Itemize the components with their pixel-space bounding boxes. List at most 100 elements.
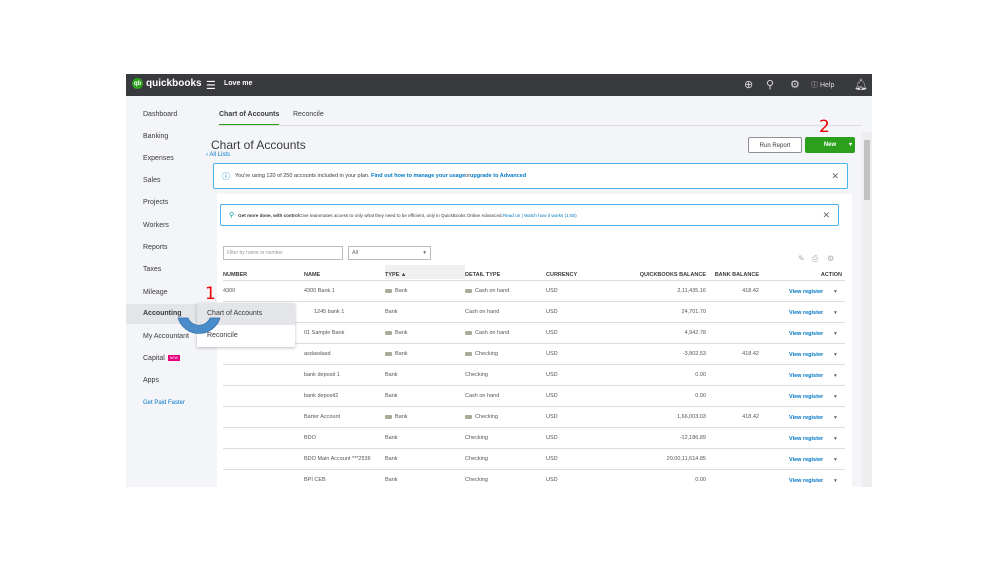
run-report-button[interactable]: Run Report bbox=[748, 137, 802, 153]
tab-chart-of-accounts[interactable]: Chart of Accounts bbox=[219, 111, 280, 126]
help-button[interactable]: ⓘ Help bbox=[811, 80, 834, 90]
action-dropdown-icon[interactable]: ▾ bbox=[834, 394, 837, 400]
get-paid-faster-link[interactable]: Get Paid Faster bbox=[143, 400, 185, 406]
settings-icon[interactable]: ⚙ bbox=[827, 254, 834, 263]
quickbooks-logo[interactable]: qb quickbooks bbox=[132, 78, 202, 89]
new-button[interactable]: New ▾ bbox=[805, 137, 855, 153]
action-dropdown-icon[interactable]: ▾ bbox=[834, 331, 837, 337]
view-register-link[interactable]: View register bbox=[789, 415, 823, 421]
sidebar-item-reports[interactable]: Reports bbox=[143, 244, 168, 251]
action-dropdown-icon[interactable]: ▾ bbox=[834, 310, 837, 316]
company-name: Love me bbox=[224, 80, 253, 87]
plus-icon[interactable]: ⊕ bbox=[744, 78, 753, 91]
table-row[interactable]: bank deposit 1 Bank Checking USD 0.00 View re… bbox=[217, 365, 852, 386]
action-dropdown-icon[interactable]: ▾ bbox=[834, 436, 837, 442]
sidebar-item-expenses[interactable]: Expenses bbox=[143, 155, 174, 162]
cell-name: 1245 bank 1 bbox=[314, 309, 345, 315]
cell-currency: USD bbox=[546, 288, 558, 294]
action-dropdown-icon[interactable]: ▾ bbox=[834, 478, 837, 484]
read-on-link[interactable]: Read on | Watch how it works (1:55) bbox=[503, 213, 577, 218]
sidebar-item-workers[interactable]: Workers bbox=[143, 222, 169, 229]
cell-type: Bank bbox=[385, 288, 465, 294]
bank-icon bbox=[385, 414, 392, 419]
bell-icon[interactable]: 🔔︎ bbox=[854, 78, 868, 91]
view-register-link[interactable]: View register bbox=[789, 310, 823, 316]
bank-icon bbox=[465, 288, 472, 293]
column-header-4[interactable]: CURRENCY bbox=[546, 272, 577, 278]
cell-detail: Cash on hand bbox=[465, 393, 500, 399]
column-header-3[interactable]: DETAIL TYPE bbox=[465, 272, 500, 278]
bank-icon bbox=[465, 414, 472, 419]
action-dropdown-icon[interactable]: ▾ bbox=[834, 373, 837, 379]
new-badge: NEW bbox=[167, 355, 180, 362]
column-header-0[interactable]: NUMBER bbox=[223, 272, 247, 278]
tab-reconcile[interactable]: Reconcile bbox=[293, 111, 324, 118]
cell-name: BPI CEB bbox=[304, 477, 326, 483]
filter-input[interactable]: Filter by name or number bbox=[223, 246, 343, 260]
scrollbar-thumb[interactable] bbox=[864, 140, 870, 200]
cell-detail: Checking bbox=[465, 456, 488, 462]
new-dropdown-icon[interactable]: ▾ bbox=[849, 137, 852, 153]
cell-detail: Checking bbox=[465, 351, 545, 357]
sidebar-item-apps[interactable]: Apps bbox=[143, 377, 159, 384]
scrollbar[interactable] bbox=[862, 132, 872, 487]
close-icon[interactable]: ✕ bbox=[822, 210, 830, 221]
cell-detail: Checking bbox=[465, 414, 545, 420]
action-dropdown-icon[interactable]: ▾ bbox=[834, 415, 837, 421]
view-register-link[interactable]: View register bbox=[789, 289, 823, 295]
cell-currency: USD bbox=[546, 351, 558, 357]
cell-type: Bank bbox=[385, 372, 398, 378]
bank-icon bbox=[465, 351, 472, 356]
print-icon[interactable]: ⎙ bbox=[812, 254, 818, 264]
table-row[interactable]: 12451245 bank 1BankCash on handUSD24,701… bbox=[217, 302, 852, 323]
sidebar-item-dashboard[interactable]: Dashboard bbox=[143, 111, 177, 118]
cell-detail: Checking bbox=[465, 435, 488, 441]
cell-qb: -3,802.53 bbox=[682, 351, 706, 357]
column-header-5[interactable]: QUICKBOOKS BALANCE bbox=[624, 272, 706, 278]
table-row[interactable]: BDO Main Account ***2536 Bank Checking USD 2… bbox=[217, 449, 852, 470]
view-register-link[interactable]: View register bbox=[789, 331, 823, 337]
column-header-6[interactable]: BANK BALANCE bbox=[709, 272, 759, 278]
column-header-2[interactable]: TYPE ▲ bbox=[385, 272, 406, 278]
edit-icon[interactable]: ✎ bbox=[798, 254, 805, 263]
action-dropdown-icon[interactable]: ▾ bbox=[834, 352, 837, 358]
table-row[interactable]: asdasdasd Bank Checking USD -3,802.53 418.42 V… bbox=[217, 344, 852, 365]
table-row[interactable]: Barter Account Bank Checking USD 1,66,003.03… bbox=[217, 407, 852, 428]
sidebar-item-capital[interactable]: Capital NEW bbox=[143, 355, 180, 362]
cell-currency: USD bbox=[546, 330, 558, 336]
type-select[interactable]: All ▾ bbox=[348, 246, 431, 260]
cell-currency: USD bbox=[546, 435, 558, 441]
table-row[interactable]: BPI CEB Bank Checking USD 0.00 View register ▾ bbox=[217, 470, 852, 487]
view-register-link[interactable]: View register bbox=[789, 373, 823, 379]
view-register-link[interactable]: View register bbox=[789, 436, 823, 442]
cell-name: BDO Main Account ***2536 bbox=[304, 456, 371, 462]
column-header-1[interactable]: NAME bbox=[304, 272, 320, 278]
close-icon[interactable]: ✕ bbox=[831, 171, 839, 182]
gear-icon[interactable]: ⚙ bbox=[790, 78, 800, 91]
cell-name: bank deposit 1 bbox=[304, 372, 340, 378]
view-register-link[interactable]: View register bbox=[789, 478, 823, 484]
sidebar-item-sales[interactable]: Sales bbox=[143, 177, 161, 184]
cell-detail: Cash on hand bbox=[465, 330, 545, 336]
action-dropdown-icon[interactable]: ▾ bbox=[834, 457, 837, 463]
table-row[interactable]: BDO Bank Checking USD -12,186.89 View registe… bbox=[217, 428, 852, 449]
table-row[interactable]: 01 Sample Bank Bank Cash on hand USD 4,942.7… bbox=[217, 323, 852, 344]
view-register-link[interactable]: View register bbox=[789, 352, 823, 358]
upgrade-link[interactable]: upgrade to Advanced bbox=[470, 173, 526, 179]
manage-usage-link[interactable]: Find out how to manage your usage bbox=[371, 173, 465, 179]
view-register-link[interactable]: View register bbox=[789, 457, 823, 463]
main-content: Chart of Accounts Reconcile Chart of Acc… bbox=[206, 96, 862, 487]
cell-type: Bank bbox=[385, 330, 465, 336]
sidebar-item-mileage[interactable]: Mileage bbox=[143, 289, 168, 296]
sidebar-item-projects[interactable]: Projects bbox=[143, 199, 168, 206]
search-icon[interactable]: ⚲ bbox=[766, 78, 774, 91]
view-register-link[interactable]: View register bbox=[789, 394, 823, 400]
action-dropdown-icon[interactable]: ▾ bbox=[834, 289, 837, 295]
sidebar-item-banking[interactable]: Banking bbox=[143, 133, 168, 140]
menu-icon[interactable]: ☰ bbox=[206, 79, 216, 92]
column-header-7[interactable]: ACTION bbox=[777, 272, 842, 278]
table-row[interactable]: 4300 4300 Bank.1 Bank Cash on hand USD 2,11,4… bbox=[217, 281, 852, 302]
table-row[interactable]: bank deposit2 Bank Cash on hand USD 0.00 View… bbox=[217, 386, 852, 407]
all-lists-link[interactable]: ‹ All Lists bbox=[206, 152, 230, 158]
sidebar-item-taxes[interactable]: Taxes bbox=[143, 266, 161, 273]
